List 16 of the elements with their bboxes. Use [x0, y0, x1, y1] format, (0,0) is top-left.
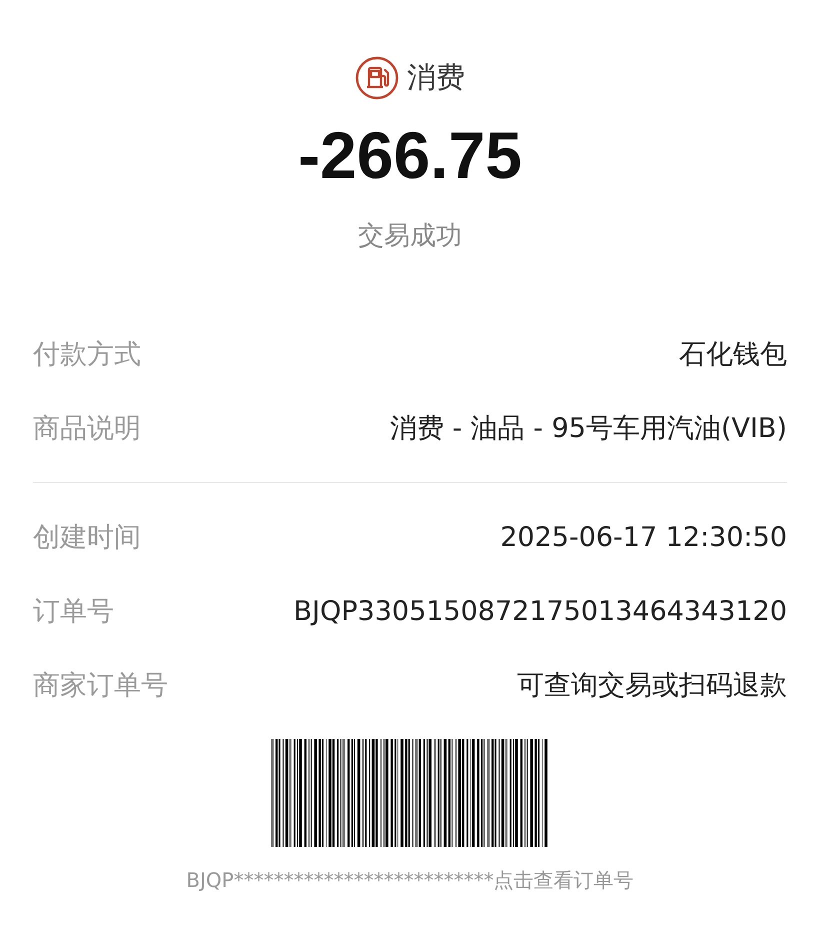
field-value: 消费 - 油品 - 95号车用汽油(VIB) — [390, 412, 787, 446]
status-text: 交易成功 — [357, 220, 463, 253]
field-value: 可查询交易或扫码退款 — [517, 669, 787, 703]
barcode-drawing[interactable] — [271, 739, 549, 847]
field-label: 创建时间 — [33, 521, 141, 555]
field-value: 石化钱包 — [679, 338, 787, 372]
field-label: 商品说明 — [33, 412, 141, 446]
field-label: 商家订单号 — [33, 669, 168, 703]
amount: -266.75 — [297, 122, 523, 188]
field-value: 2025-06-17 12:30:50 — [500, 522, 787, 552]
barcode-caption-link[interactable]: BJQP**************************点击查看订单号 — [33, 867, 787, 894]
field-label: 订单号 — [33, 595, 114, 629]
fuel-pump-icon — [355, 56, 399, 100]
category-label: 消费 — [407, 59, 465, 96]
field-label: 付款方式 — [33, 338, 141, 372]
field-value: BJQP3305150872175013464343120 — [294, 596, 787, 626]
